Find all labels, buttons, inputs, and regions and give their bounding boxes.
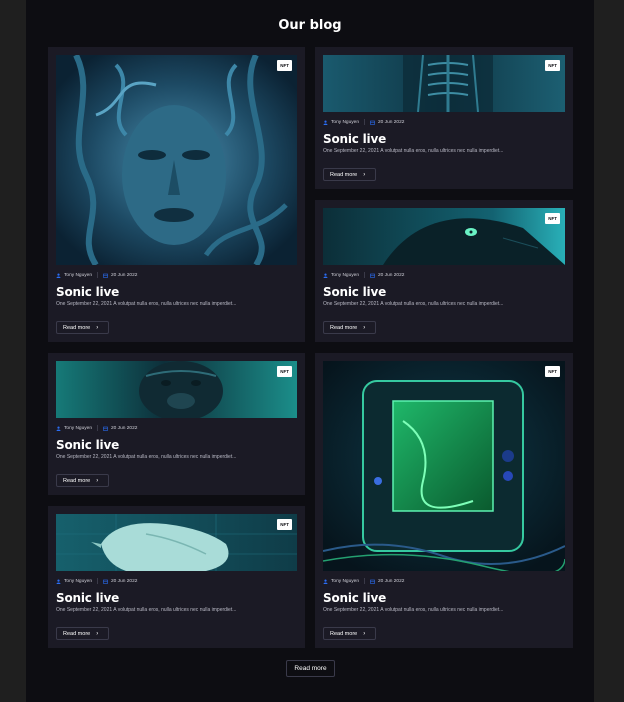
post-date: 20 Jun 2022 bbox=[378, 578, 405, 584]
post-meta: Tony Nguyen 20 Jun 2022 bbox=[323, 272, 404, 278]
post-meta: Tony Nguyen 20 Jun 2022 bbox=[323, 578, 404, 584]
user-icon bbox=[56, 426, 61, 431]
read-more-button[interactable]: Read more › bbox=[56, 321, 109, 334]
user-icon bbox=[323, 120, 328, 125]
meta-divider bbox=[364, 578, 365, 584]
section-title: Our blog bbox=[278, 18, 342, 33]
post-excerpt: One September 22, 2021 A volutpat nulla … bbox=[323, 607, 504, 613]
read-more-button[interactable]: Read more › bbox=[56, 474, 109, 487]
post-date: 20 Jun 2022 bbox=[111, 272, 138, 278]
post-image-game-console[interactable]: NFT bbox=[323, 361, 565, 571]
read-more-button[interactable]: Read more › bbox=[323, 627, 376, 640]
meta-divider bbox=[97, 578, 98, 584]
nft-badge: NFT bbox=[277, 366, 292, 377]
author-name: Tony Nguyen bbox=[64, 578, 92, 584]
read-more-label: Read more bbox=[330, 630, 358, 637]
post-title[interactable]: Sonic live bbox=[323, 132, 386, 146]
nft-badge: NFT bbox=[277, 519, 292, 530]
post-image-gorilla[interactable]: NFT bbox=[56, 361, 297, 418]
read-more-label: Read more bbox=[63, 324, 91, 331]
calendar-icon bbox=[103, 426, 108, 431]
blog-card: NFT Tony Nguyen 20 Jun 2022 Sonic live O… bbox=[315, 353, 573, 648]
post-date: 20 Jun 2022 bbox=[378, 119, 405, 125]
blog-card: NFT Tony Nguyen 20 Jun 2022 Sonic live O… bbox=[315, 200, 573, 342]
meta-divider bbox=[97, 425, 98, 431]
post-title[interactable]: Sonic live bbox=[56, 438, 119, 452]
post-excerpt: One September 22, 2021 A volutpat nulla … bbox=[56, 301, 237, 307]
calendar-icon bbox=[103, 273, 108, 278]
load-more-button[interactable]: Read more bbox=[286, 660, 335, 677]
read-more-button[interactable]: Read more › bbox=[323, 168, 376, 181]
post-excerpt: One September 22, 2021 A volutpat nulla … bbox=[323, 301, 504, 307]
author-name: Tony Nguyen bbox=[64, 425, 92, 431]
meta-divider bbox=[364, 272, 365, 278]
author-name: Tony Nguyen bbox=[64, 272, 92, 278]
meta-divider bbox=[97, 272, 98, 278]
meta-divider bbox=[364, 119, 365, 125]
post-image-face[interactable]: NFT bbox=[56, 55, 297, 265]
post-excerpt: One September 22, 2021 A volutpat nulla … bbox=[56, 607, 237, 613]
chevron-right-icon: › bbox=[363, 324, 366, 331]
post-meta: Tony Nguyen 20 Jun 2022 bbox=[56, 578, 137, 584]
calendar-icon bbox=[370, 579, 375, 584]
post-title[interactable]: Sonic live bbox=[323, 285, 386, 299]
post-meta: Tony Nguyen 20 Jun 2022 bbox=[56, 272, 137, 278]
user-icon bbox=[323, 579, 328, 584]
user-icon bbox=[323, 273, 328, 278]
user-icon bbox=[56, 579, 61, 584]
calendar-icon bbox=[370, 273, 375, 278]
chevron-right-icon: › bbox=[363, 630, 366, 637]
chevron-right-icon: › bbox=[363, 171, 366, 178]
blog-card: NFT Tony Nguyen 20 Jun 2022 Sonic live O… bbox=[48, 47, 305, 342]
right-backdrop bbox=[594, 0, 624, 702]
read-more-label: Read more bbox=[63, 630, 91, 637]
blog-card: NFT Tony Nguyen 20 Jun 2022 Sonic live O… bbox=[48, 506, 305, 648]
read-more-label: Read more bbox=[330, 171, 358, 178]
nft-badge: NFT bbox=[545, 60, 560, 71]
calendar-icon bbox=[103, 579, 108, 584]
nft-badge: NFT bbox=[545, 366, 560, 377]
blog-card: NFT Tony Nguyen 20 Jun 2022 Sonic live O… bbox=[48, 353, 305, 495]
post-meta: Tony Nguyen 20 Jun 2022 bbox=[56, 425, 137, 431]
read-more-label: Read more bbox=[63, 477, 91, 484]
read-more-button[interactable]: Read more › bbox=[323, 321, 376, 334]
post-meta: Tony Nguyen 20 Jun 2022 bbox=[323, 119, 404, 125]
post-date: 20 Jun 2022 bbox=[378, 272, 405, 278]
blog-card: NFT Tony Nguyen 20 Jun 2022 Sonic live O… bbox=[315, 47, 573, 189]
nft-badge: NFT bbox=[277, 60, 292, 71]
post-title[interactable]: Sonic live bbox=[56, 285, 119, 299]
post-date: 20 Jun 2022 bbox=[111, 578, 138, 584]
post-excerpt: One September 22, 2021 A volutpat nulla … bbox=[56, 454, 237, 460]
user-icon bbox=[56, 273, 61, 278]
left-backdrop bbox=[0, 0, 26, 702]
author-name: Tony Nguyen bbox=[331, 272, 359, 278]
chevron-right-icon: › bbox=[96, 324, 99, 331]
post-image-panther[interactable]: NFT bbox=[323, 208, 565, 265]
chevron-right-icon: › bbox=[96, 477, 99, 484]
author-name: Tony Nguyen bbox=[331, 578, 359, 584]
calendar-icon bbox=[370, 120, 375, 125]
read-more-button[interactable]: Read more › bbox=[56, 627, 109, 640]
read-more-label: Read more bbox=[330, 324, 358, 331]
post-title[interactable]: Sonic live bbox=[56, 591, 119, 605]
post-excerpt: One September 22, 2021 A volutpat nulla … bbox=[323, 148, 504, 154]
post-image-bird-sculpture[interactable]: NFT bbox=[56, 514, 297, 571]
post-title[interactable]: Sonic live bbox=[323, 591, 386, 605]
post-image-skeleton[interactable]: NFT bbox=[323, 55, 565, 112]
post-date: 20 Jun 2022 bbox=[111, 425, 138, 431]
chevron-right-icon: › bbox=[96, 630, 99, 637]
nft-badge: NFT bbox=[545, 213, 560, 224]
author-name: Tony Nguyen bbox=[331, 119, 359, 125]
